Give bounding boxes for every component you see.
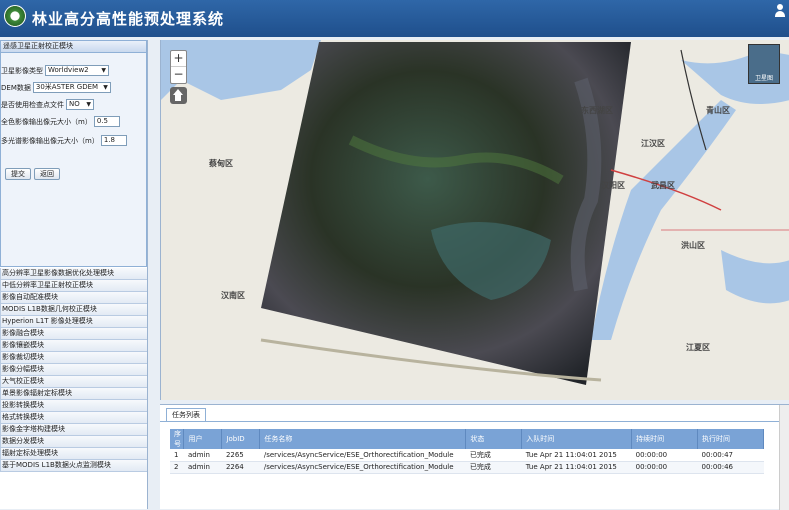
module-item[interactable]: 影像金字塔构建模块 xyxy=(0,424,147,436)
checkpoint-select[interactable]: NO ▼ xyxy=(66,99,94,110)
submit-button[interactable]: 提交 xyxy=(5,168,31,180)
module-item[interactable]: 基于MODIS L1B数据火点监测模块 xyxy=(0,460,147,472)
module-item[interactable]: 投影转换模块 xyxy=(0,400,147,412)
table-row[interactable]: 2 admin 2264 /services/AsyncService/ESE_… xyxy=(170,461,764,474)
task-scrollbar[interactable] xyxy=(779,405,789,510)
map-label: 汉南区 xyxy=(221,291,245,300)
zoom-out-button[interactable]: − xyxy=(171,67,186,83)
module-item[interactable]: Hyperion L1T 影像处理模块 xyxy=(0,316,147,328)
field-ms-pixel: 多光谱影像输出像元大小（m） 1.8 xyxy=(1,135,127,146)
module-item[interactable]: 单景影像辐射定标模块 xyxy=(0,388,147,400)
ortho-form: 卫星影像类型 Worldview2 ▼ DEM数据 30米ASTER GDEM ▼ … xyxy=(0,53,147,267)
module-item[interactable]: 中低分辨率卫星正射校正模块 xyxy=(0,280,147,292)
module-item[interactable]: 影像分幅模块 xyxy=(0,364,147,376)
field-pan-pixel: 全色影像输出像元大小（m） 0.5 xyxy=(1,116,120,127)
pan-pixel-input[interactable]: 0.5 xyxy=(93,116,120,127)
map-label: 蔡甸区 xyxy=(209,159,233,168)
module-item[interactable]: 数据分发模块 xyxy=(0,436,147,448)
zoom-control: + − xyxy=(170,50,187,84)
module-item[interactable]: 大气校正模块 xyxy=(0,376,147,388)
map-label: 汉阳区 xyxy=(601,181,625,190)
zoom-in-button[interactable]: + xyxy=(171,51,186,67)
field-dem: DEM数据 30米ASTER GDEM ▼ xyxy=(1,82,111,93)
reset-button[interactable]: 返回 xyxy=(34,168,60,180)
app-title: 林业高分高性能预处理系统 xyxy=(32,10,225,28)
panel-title[interactable]: 遥感卫星正射校正模块 xyxy=(0,40,147,53)
task-table: 序号 用户 JobID 任务名称 状态 入队时间 持续时间 执行时间 1 adm… xyxy=(170,429,764,474)
module-item[interactable]: MODIS L1B数据几何校正模块 xyxy=(0,304,147,316)
col-header[interactable]: 持续时间 xyxy=(631,429,699,449)
field-satellite-type: 卫星影像类型 Worldview2 ▼ xyxy=(1,65,109,76)
app-logo-icon xyxy=(4,5,26,27)
tab-task-list[interactable]: 任务列表 xyxy=(166,408,206,421)
map-label: 江夏区 xyxy=(686,343,710,352)
map-label: 青山区 xyxy=(706,106,730,115)
left-panel: 遥感卫星正射校正模块 卫星影像类型 Worldview2 ▼ DEM数据 30米A… xyxy=(0,40,148,509)
satellite-image xyxy=(261,42,631,385)
user-icon[interactable] xyxy=(775,4,785,22)
col-header[interactable]: 用户 xyxy=(183,429,223,449)
col-header[interactable]: 状态 xyxy=(465,429,523,449)
table-row[interactable]: 1 admin 2265 /services/AsyncService/ESE_… xyxy=(170,449,764,462)
module-item[interactable]: 影像融合模块 xyxy=(0,328,147,340)
module-item[interactable]: 影像镶嵌模块 xyxy=(0,340,147,352)
map-label: 武昌区 xyxy=(651,181,675,190)
ms-pixel-input[interactable]: 1.8 xyxy=(100,135,127,146)
table-header-row: 序号 用户 JobID 任务名称 状态 入队时间 持续时间 执行时间 xyxy=(170,429,764,449)
field-checkpoint: 是否使用检查点文件 NO ▼ xyxy=(1,99,94,110)
overview-map[interactable]: 卫星图 xyxy=(748,44,780,84)
map-label: 江汉区 xyxy=(641,139,665,148)
chevron-down-icon: ▼ xyxy=(86,101,91,108)
chevron-down-icon: ▼ xyxy=(101,67,106,74)
map-label: 东西湖区 xyxy=(581,106,613,115)
module-item[interactable]: 格式转换模块 xyxy=(0,412,147,424)
task-panel: 任务列表 序号 用户 JobID 任务名称 状态 入队时间 持续时间 执行时间 … xyxy=(160,404,789,510)
app-header: 林业高分高性能预处理系统 xyxy=(0,0,789,37)
satellite-type-select[interactable]: Worldview2 ▼ xyxy=(45,65,109,76)
dem-select[interactable]: 30米ASTER GDEM ▼ xyxy=(32,82,111,93)
col-header[interactable]: 序号 xyxy=(170,429,185,449)
chevron-down-icon: ▼ xyxy=(103,84,108,91)
lake-shape xyxy=(721,250,789,304)
col-header[interactable]: JobID xyxy=(221,429,261,449)
module-item[interactable]: 影像自动配准模块 xyxy=(0,292,147,304)
map-view[interactable]: + − 卫星图 江汉区 汉阳区 武昌区 洪山区 青山区 江夏区 东西湖区 蔡甸区… xyxy=(160,40,789,400)
module-item[interactable]: 影像裁切模块 xyxy=(0,352,147,364)
col-header[interactable]: 任务名称 xyxy=(259,429,467,449)
module-list: 高分辨率卫星影像数据优化处理模块 中低分辨率卫星正射校正模块 影像自动配准模块 … xyxy=(0,268,147,472)
module-item[interactable]: 辐射定标处理模块 xyxy=(0,448,147,460)
home-icon[interactable] xyxy=(170,87,187,104)
module-item[interactable]: 高分辨率卫星影像数据优化处理模块 xyxy=(0,268,147,280)
col-header[interactable]: 入队时间 xyxy=(521,429,633,449)
col-header[interactable]: 执行时间 xyxy=(697,429,764,449)
map-label: 洪山区 xyxy=(681,241,705,250)
